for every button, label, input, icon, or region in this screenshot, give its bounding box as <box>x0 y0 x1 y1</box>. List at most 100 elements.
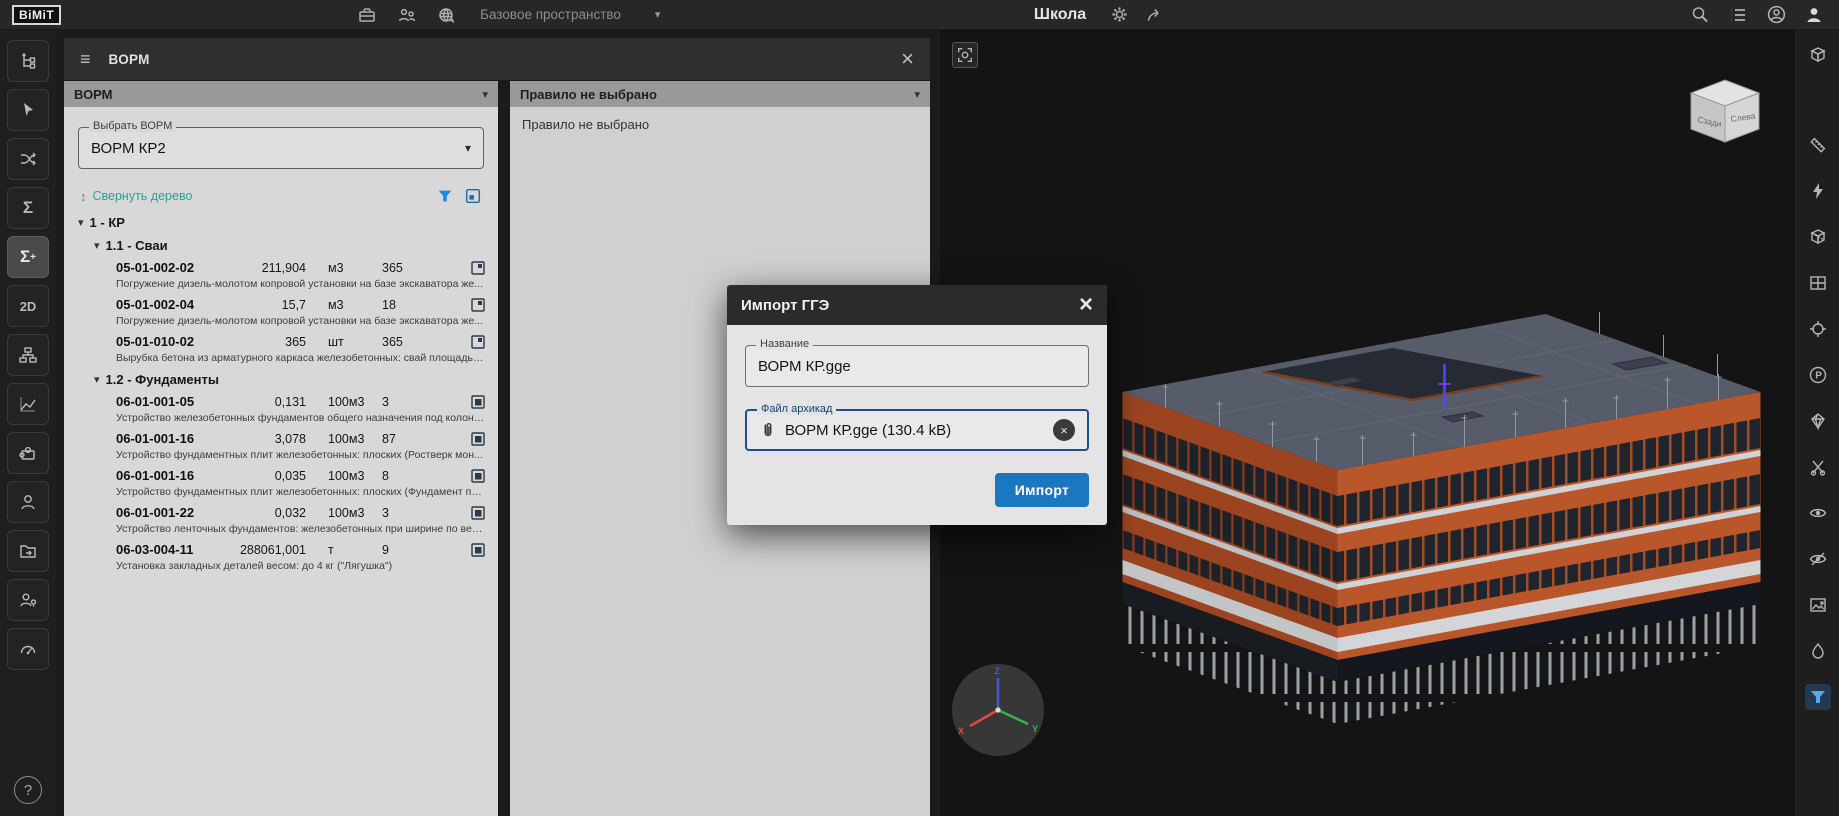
2d-glyph: 2D <box>20 299 37 314</box>
item-count: 9 <box>380 543 464 557</box>
panel-close-icon[interactable]: × <box>901 50 914 68</box>
model-link-icon[interactable] <box>464 297 486 313</box>
tree-item[interactable]: 06-01-001-22 0,032 100м3 3 Устройство ле… <box>72 502 490 539</box>
item-value: 365 <box>234 335 306 349</box>
tree-group-label: 1.2 - Фундаменты <box>106 372 219 387</box>
file-field[interactable]: Файл архикад ВОРМ КР.gge (130.4 kB) × <box>745 409 1089 451</box>
modal-close-icon[interactable]: × <box>1079 295 1093 315</box>
tree-item[interactable]: 06-03-004-11 288061,001 т 9 Установка за… <box>72 539 490 576</box>
select-move-icon[interactable] <box>7 89 49 131</box>
item-code: 05-01-002-02 <box>116 260 234 275</box>
section-box-icon[interactable] <box>1805 224 1831 250</box>
measure-ruler-icon[interactable] <box>1805 132 1831 158</box>
model-link-icon[interactable] <box>464 431 486 447</box>
item-value: 0,131 <box>234 395 306 409</box>
list-menu-icon[interactable] <box>1727 4 1749 26</box>
org-chart-icon[interactable] <box>7 334 49 376</box>
user-icon[interactable] <box>7 481 49 523</box>
item-unit: м3 <box>306 261 380 275</box>
collapse-caret-icon: ▾ <box>914 88 920 101</box>
navigation-cube[interactable]: Сзади Слева <box>1683 76 1767 150</box>
sigma-icon[interactable]: Σ <box>7 187 49 229</box>
axonometry-cube-icon[interactable] <box>1805 42 1831 68</box>
workspace-select[interactable]: Базовое пространство ▾ <box>480 7 660 22</box>
axis-label-x: X <box>958 726 964 736</box>
shared-folder-icon[interactable] <box>7 530 49 572</box>
rule-empty-text: Правило не выбрано <box>522 117 649 132</box>
clear-file-button[interactable]: × <box>1053 419 1075 441</box>
name-field[interactable]: Название ВОРМ КР.gge <box>745 345 1089 387</box>
item-count: 18 <box>380 298 464 312</box>
space-sync-icon[interactable] <box>436 4 458 26</box>
user-location-icon[interactable] <box>7 579 49 621</box>
modal-body: Название ВОРМ КР.gge Файл архикад ВОРМ К… <box>727 325 1107 525</box>
model-link-icon[interactable] <box>464 260 486 276</box>
app-logo[interactable]: BiMiT <box>12 5 61 25</box>
search-icon[interactable] <box>1689 4 1711 26</box>
p-circle-icon[interactable]: P <box>1805 362 1831 388</box>
item-value: 211,904 <box>234 261 306 275</box>
tree-item[interactable]: 06-01-001-16 0,035 100м3 8 Устройство фу… <box>72 465 490 502</box>
share-icon[interactable] <box>1144 4 1166 26</box>
portfolio-icon[interactable] <box>356 4 378 26</box>
model-structure-icon[interactable] <box>7 40 49 82</box>
visibility-eye-icon[interactable] <box>1805 500 1831 526</box>
plugins-puzzle-icon[interactable] <box>7 432 49 474</box>
user-avatar-icon[interactable] <box>1803 4 1825 26</box>
tree-item[interactable]: 05-01-002-04 15,7 м3 18 Погружение дизел… <box>72 294 490 331</box>
hide-image-icon[interactable] <box>1805 592 1831 618</box>
item-unit: 100м3 <box>306 506 380 520</box>
collapse-tree-link[interactable]: ↕ Свернуть дерево <box>80 189 192 204</box>
fit-frame-icon[interactable] <box>464 187 482 205</box>
file-field-value: ВОРМ КР.gge (130.4 kB) <box>785 422 951 439</box>
trend-chart-icon[interactable] <box>7 383 49 425</box>
tree-group-1-2[interactable]: ▾1.2 - Фундаменты <box>72 368 490 391</box>
clash-lightning-icon[interactable] <box>1805 178 1831 204</box>
account-circle-icon[interactable] <box>1765 4 1787 26</box>
tree-item[interactable]: 05-01-002-02 211,904 м3 365 Погружение д… <box>72 257 490 294</box>
viewport-focus-button[interactable] <box>952 42 978 68</box>
item-value: 0,035 <box>234 469 306 483</box>
tree-item[interactable]: 06-01-001-16 3,078 100м3 87 Устройство ф… <box>72 428 490 465</box>
model-link-icon[interactable] <box>464 334 486 350</box>
help-button[interactable]: ? <box>14 776 42 804</box>
model-link-icon[interactable] <box>464 468 486 484</box>
tree-item[interactable]: 05-01-010-02 365 шт 365 Вырубка бетона и… <box>72 331 490 368</box>
model-link-icon[interactable] <box>464 542 486 558</box>
gem-icon[interactable] <box>1805 408 1831 434</box>
collaboration-icon[interactable] <box>396 4 418 26</box>
worm-select[interactable]: Выбрать ВОРМ ВОРМ КР2 ▾ <box>78 127 484 169</box>
grid-table-icon[interactable] <box>1805 270 1831 296</box>
import-button[interactable]: Импорт <box>995 473 1089 507</box>
panel-menu-icon[interactable]: ≡ <box>80 49 91 70</box>
cut-plane-icon[interactable] <box>1805 454 1831 480</box>
building-model[interactable] <box>1110 252 1775 752</box>
model-link-icon[interactable] <box>464 394 486 410</box>
connections-icon[interactable] <box>7 138 49 180</box>
worm-section-header[interactable]: ВОРМ ▾ <box>64 81 498 107</box>
axis-gizmo[interactable]: Z X Y <box>950 662 1046 758</box>
visibility-off-eye-icon[interactable] <box>1805 546 1831 572</box>
chevron-down-icon: ▾ <box>655 8 661 21</box>
tree-item[interactable]: 06-01-001-05 0,131 100м3 3 Устройство же… <box>72 391 490 428</box>
rule-section-header[interactable]: Правило не выбрано ▾ <box>510 81 930 107</box>
collapse-tree-label: Свернуть дерево <box>93 189 193 203</box>
model-link-icon[interactable] <box>464 505 486 521</box>
item-description: Погружение дизель-молотом копровой устан… <box>116 315 486 327</box>
worm-select-value: ВОРМ КР2 <box>91 140 166 157</box>
dashboard-gauge-icon[interactable] <box>7 628 49 670</box>
2d-view-icon[interactable]: 2D <box>7 285 49 327</box>
sigma-plus-icon[interactable]: Σ+ <box>7 236 49 278</box>
filter-active-icon[interactable] <box>1805 684 1831 710</box>
item-count: 365 <box>380 335 464 349</box>
filter-funnel-icon[interactable] <box>436 187 454 205</box>
paint-drop-icon[interactable] <box>1805 638 1831 664</box>
tree-group-1-1[interactable]: ▾1.1 - Сваи <box>72 234 490 257</box>
item-description: Установка закладных деталей весом: до 4 … <box>116 560 486 572</box>
locate-target-icon[interactable] <box>1805 316 1831 342</box>
tree-controls: ↕ Свернуть дерево <box>80 187 482 205</box>
worm-section-title: ВОРМ <box>74 87 113 102</box>
item-value: 0,032 <box>234 506 306 520</box>
tree-group-1[interactable]: ▾1 - КР <box>72 211 490 234</box>
settings-gear-icon[interactable] <box>1108 4 1130 26</box>
